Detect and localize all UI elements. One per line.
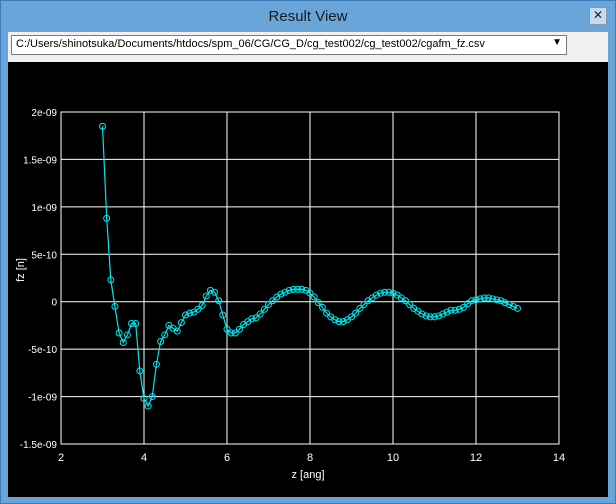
x-tick-label: 4 [141, 452, 147, 464]
y-tick-label: 2e-09 [31, 108, 57, 119]
x-tick-label: 2 [58, 452, 64, 464]
grid-layer [60, 111, 560, 445]
y-tick-label: 1e-09 [31, 203, 57, 214]
fz-chart: 2e-09 1.5e-09 1e-09 5e-10 0 -5e-10 -1e-09 -1.5e… [15, 108, 565, 481]
y-axis-label: fz [n] [15, 258, 27, 282]
y-tick-label: 0 [51, 298, 57, 309]
x-axis-label: z [ang] [291, 469, 324, 481]
plot-area: 2e-09 1.5e-09 1e-09 5e-10 0 -5e-10 -1e-09 -1.5e… [8, 62, 608, 497]
toolbar: C:/Users/shinotsuka/Documents/htdocs/spm… [8, 32, 608, 62]
y-tick-label: 5e-10 [31, 250, 57, 261]
x-tick-label: 14 [553, 452, 565, 464]
x-tick-label: 10 [387, 452, 399, 464]
chevron-down-icon[interactable]: ▼ [552, 37, 562, 48]
x-tick-label: 8 [307, 452, 313, 464]
title-bar[interactable]: Result View ✕ [1, 1, 615, 31]
y-tick-label: -5e-10 [28, 345, 57, 356]
file-path-select[interactable]: C:/Users/shinotsuka/Documents/htdocs/spm… [11, 35, 567, 55]
file-path-value: C:/Users/shinotsuka/Documents/htdocs/spm… [16, 38, 485, 50]
x-tick-labels: 2 4 6 8 10 12 14 [58, 452, 565, 464]
y-tick-label: -1.5e-09 [20, 440, 58, 451]
x-tick-label: 12 [470, 452, 482, 464]
result-view-window: Result View ✕ C:/Users/shinotsuka/Docume… [0, 0, 616, 504]
x-tick-label: 6 [224, 452, 230, 464]
y-tick-label: -1e-09 [28, 393, 57, 404]
window-title: Result View [268, 8, 348, 25]
close-button[interactable]: ✕ [589, 7, 607, 25]
y-tick-label: 1.5e-09 [23, 155, 57, 166]
